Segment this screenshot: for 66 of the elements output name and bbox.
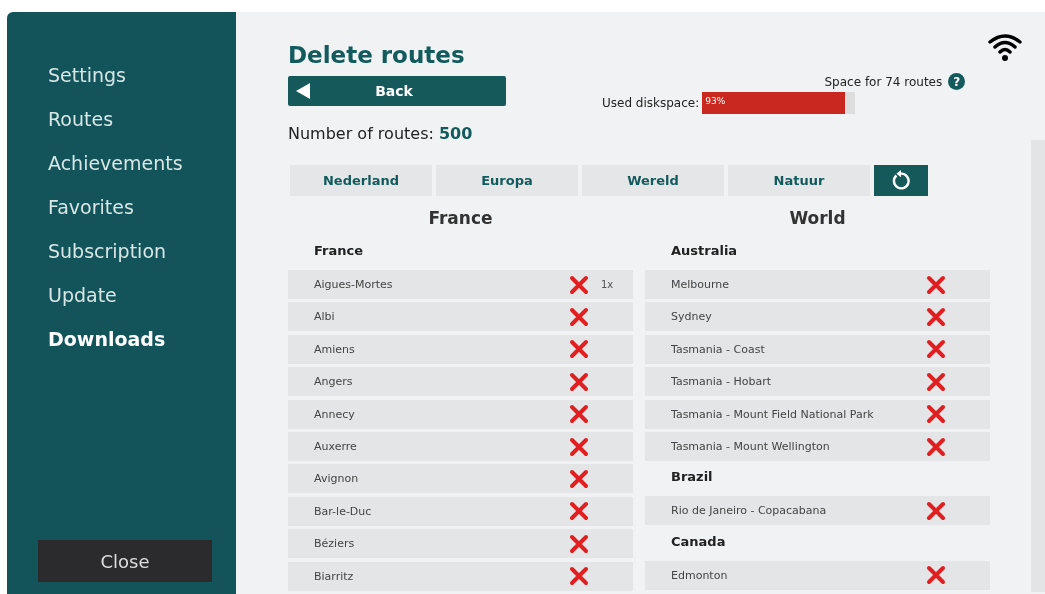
delete-icon[interactable]: [926, 500, 946, 521]
column-title: World: [788, 208, 847, 231]
delete-icon[interactable]: [569, 404, 589, 425]
delete-icon[interactable]: [926, 565, 946, 586]
route-name: Béziers: [314, 537, 356, 551]
play-count-label: 1x: [601, 279, 614, 291]
filter-tab[interactable]: Nederland: [290, 165, 432, 197]
delete-icon[interactable]: [926, 404, 946, 425]
route-name: Albi: [314, 310, 336, 324]
delete-icon[interactable]: [569, 468, 589, 489]
delete-icon[interactable]: [569, 274, 589, 295]
sidebar-item[interactable]: Settings: [7, 62, 236, 106]
route-name: Amiens: [314, 342, 356, 356]
route-name: Melbourne: [671, 278, 731, 292]
route-name: Avignon: [314, 472, 360, 486]
sidebar-item[interactable]: Routes: [7, 106, 236, 150]
group-heading: France: [313, 242, 364, 261]
sidebar-item[interactable]: Achievements: [7, 150, 236, 194]
delete-icon[interactable]: [926, 371, 946, 392]
group-heading: Australia: [670, 242, 739, 261]
refresh-button[interactable]: [874, 165, 928, 197]
route-name: Edmonton: [671, 568, 729, 582]
route-name: Tasmania - Mount Wellington: [671, 440, 831, 454]
route-name: Annecy: [314, 407, 356, 421]
route-name: Tasmania - Mount Field National Park: [671, 407, 875, 421]
group-heading: Brazil: [670, 468, 714, 487]
route-name: Tasmania - Hobart: [671, 375, 773, 389]
route-name: Rio de Janeiro - Copacabana: [671, 504, 828, 518]
delete-icon[interactable]: [926, 339, 946, 360]
delete-icon[interactable]: [569, 533, 589, 554]
sidebar-item[interactable]: Favorites: [7, 194, 236, 238]
route-name: Biarritz: [314, 569, 355, 583]
diskspace-reading: 93%: [705, 95, 726, 106]
delete-icon[interactable]: [926, 436, 946, 457]
filter-tab[interactable]: Wereld: [582, 165, 724, 197]
delete-icon[interactable]: [569, 566, 589, 587]
page-title: Delete routes: [288, 42, 465, 70]
route-name: Tasmania - Coast: [671, 342, 766, 356]
help-button[interactable]: ?: [948, 73, 966, 91]
back-button[interactable]: Back: [288, 75, 506, 106]
route-name: Auxerre: [314, 440, 358, 454]
delete-icon[interactable]: [569, 501, 589, 522]
sidebar-item[interactable]: Update: [7, 282, 236, 326]
route-name: Bar-le-Duc: [314, 504, 373, 518]
filter-tab[interactable]: Natuur: [728, 165, 870, 197]
back-arrow-icon: [296, 82, 310, 99]
route-name: Angers: [314, 375, 354, 389]
wifi-icon: [987, 32, 1023, 62]
diskspace-label: Used diskspace:: [602, 95, 700, 110]
delete-icon[interactable]: [569, 371, 589, 392]
delete-icon[interactable]: [926, 274, 946, 295]
column-title: France: [427, 208, 494, 231]
refresh-icon: [890, 169, 912, 192]
space-label: Space for 74 routes: [824, 74, 943, 89]
route-name: Aigues-Mortes: [314, 278, 394, 292]
filter-tab[interactable]: Europa: [436, 165, 578, 197]
group-heading: Canada: [670, 532, 727, 551]
delete-icon[interactable]: [569, 307, 589, 327]
sidebar-item[interactable]: Subscription: [7, 238, 236, 282]
route-name: Sydney: [671, 310, 713, 324]
delete-icon[interactable]: [926, 307, 946, 327]
route-count: Number of routes: 500: [288, 124, 473, 146]
delete-icon[interactable]: [569, 339, 589, 360]
close-button[interactable]: Close: [38, 540, 212, 582]
sidebar-item[interactable]: Downloads: [7, 326, 236, 370]
delete-icon[interactable]: [569, 436, 589, 457]
